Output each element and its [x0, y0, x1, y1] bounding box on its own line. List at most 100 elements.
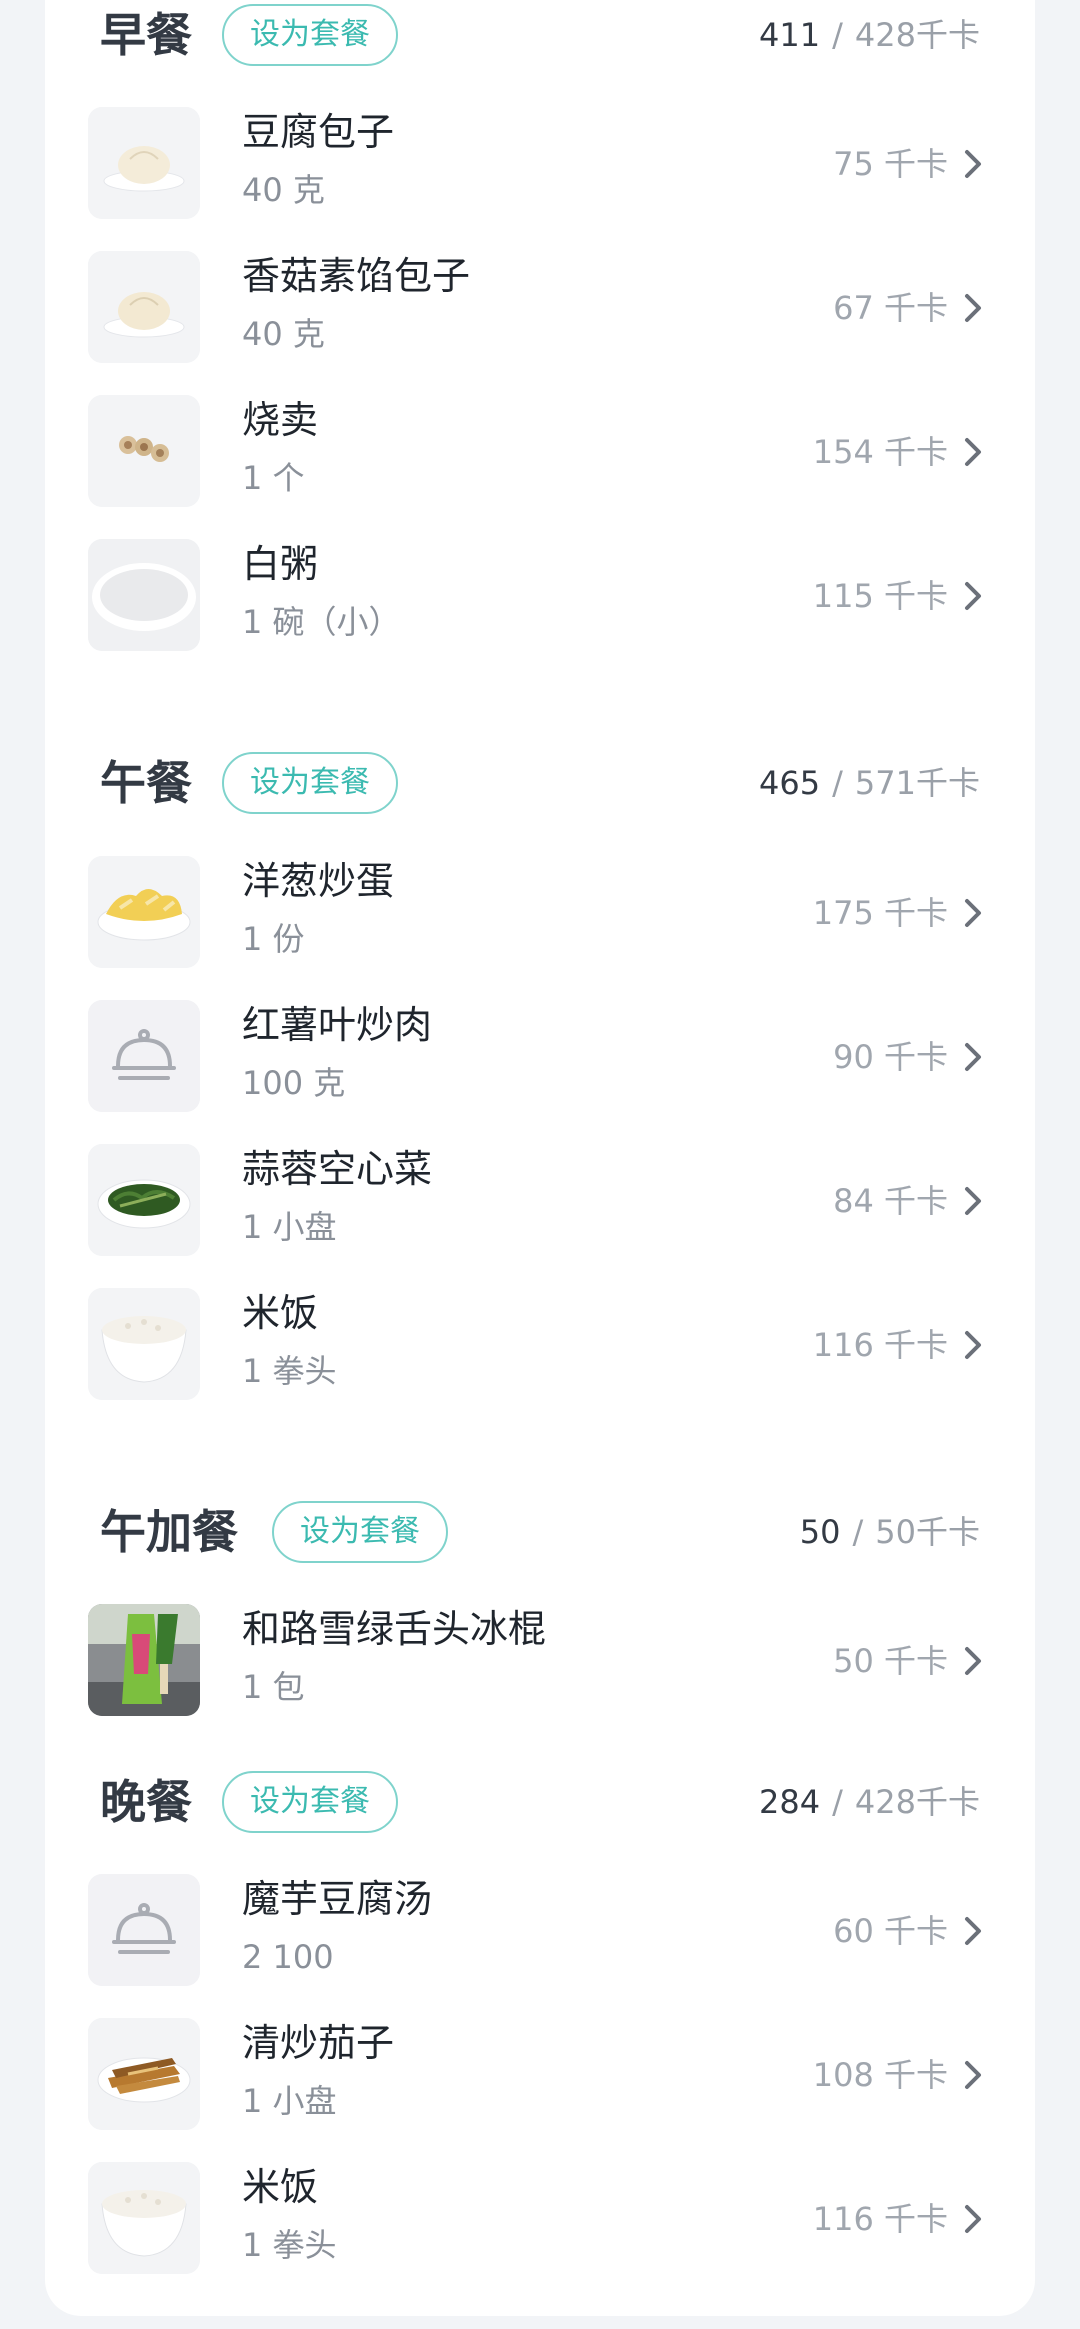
food-row-stir-fried-eggplant[interactable]: 清炒茄子 1 小盘 108 千卡: [88, 2018, 1000, 2132]
chevron-right-icon: [965, 1917, 981, 1945]
food-name: 红薯叶炒肉: [242, 1003, 433, 1047]
food-name: 烧卖: [242, 398, 319, 442]
ice-pop-icon: [88, 1604, 200, 1716]
food-amount: 1 小盘: [242, 2082, 337, 2120]
target-calories: 571千卡: [854, 764, 980, 802]
chevron-right-icon: [965, 438, 981, 466]
food-calories: 50 千卡: [833, 1642, 948, 1680]
porridge-icon: [88, 539, 200, 651]
food-calories: 84 千卡: [833, 1182, 948, 1220]
chevron-right-icon: [965, 1647, 981, 1675]
meal-header-lunch: 午餐 设为套餐 465 / 571千卡: [100, 748, 980, 818]
food-name: 清炒茄子: [242, 2021, 395, 2065]
meal-title: 午加餐: [100, 1505, 238, 1559]
meal-header-afternoon-snack: 午加餐 设为套餐 50 / 50千卡: [100, 1497, 980, 1567]
food-amount: 1 包: [242, 1668, 305, 1706]
food-amount: 1 份: [242, 920, 305, 958]
separator: /: [832, 764, 843, 802]
bun-icon: [88, 107, 200, 219]
food-amount: 40 克: [242, 315, 325, 353]
food-calories: 90 千卡: [833, 1038, 948, 1076]
food-amount: 40 克: [242, 171, 325, 209]
chevron-right-icon: [965, 1043, 981, 1071]
meal-calorie-summary: 465 / 571千卡: [759, 748, 980, 818]
chevron-right-icon: [965, 582, 981, 610]
target-calories: 428千卡: [854, 16, 980, 54]
meal-title: 晚餐: [100, 1775, 192, 1829]
food-calories: 116 千卡: [812, 1326, 948, 1364]
meal-header-dinner: 晚餐 设为套餐 284 / 428千卡: [100, 1767, 980, 1837]
eaten-calories: 411: [759, 16, 821, 54]
bun-icon: [88, 251, 200, 363]
chevron-right-icon: [965, 294, 981, 322]
food-calories: 154 千卡: [812, 433, 948, 471]
food-row-onion-egg[interactable]: 洋葱炒蛋 1 份 175 千卡: [88, 856, 1000, 970]
cloche-icon: [88, 1874, 200, 1986]
eaten-calories: 284: [759, 1783, 821, 1821]
set-as-combo-button[interactable]: 设为套餐: [272, 1501, 448, 1563]
egg-dish-icon: [88, 856, 200, 968]
chevron-right-icon: [965, 2061, 981, 2089]
food-row-tofu-bun[interactable]: 豆腐包子 40 克 75 千卡: [88, 107, 1000, 221]
meal-calorie-summary: 284 / 428千卡: [759, 1767, 980, 1837]
food-row-rice-lunch[interactable]: 米饭 1 拳头 116 千卡: [88, 1288, 1000, 1402]
chevron-right-icon: [965, 899, 981, 927]
food-name: 米饭: [242, 1291, 319, 1335]
food-name: 米饭: [242, 2165, 319, 2209]
food-name: 和路雪绿舌头冰棍: [242, 1607, 547, 1651]
eaten-calories: 50: [799, 1513, 841, 1551]
chevron-right-icon: [965, 1187, 981, 1215]
food-calories: 75 千卡: [833, 145, 948, 183]
food-name: 魔芋豆腐汤: [242, 1877, 433, 1921]
meal-title: 午餐: [100, 756, 192, 810]
food-row-sweet-potato-leaf-pork[interactable]: 红薯叶炒肉 100 克 90 千卡: [88, 1000, 1000, 1114]
food-row-mushroom-bun[interactable]: 香菇素馅包子 40 克 67 千卡: [88, 251, 1000, 365]
set-as-combo-button[interactable]: 设为套餐: [222, 4, 398, 66]
food-calories: 60 千卡: [833, 1912, 948, 1950]
food-row-shumai[interactable]: 烧卖 1 个 154 千卡: [88, 395, 1000, 509]
rice-icon: [88, 2162, 200, 2274]
food-row-porridge[interactable]: 白粥 1 碗（小） 115 千卡: [88, 539, 1000, 653]
separator: /: [852, 1513, 864, 1551]
food-row-green-tongue-popsicle[interactable]: 和路雪绿舌头冰棍 1 包 50 千卡: [88, 1604, 1000, 1718]
meal-calorie-summary: 411 / 428千卡: [759, 0, 980, 70]
greens-icon: [88, 1144, 200, 1256]
meal-header-breakfast: 早餐 设为套餐 411 / 428千卡: [100, 0, 980, 70]
separator: /: [832, 16, 843, 54]
food-name: 香菇素馅包子: [242, 254, 471, 298]
food-name: 洋葱炒蛋: [242, 859, 395, 903]
shumai-icon: [88, 395, 200, 507]
food-row-garlic-water-spinach[interactable]: 蒜蓉空心菜 1 小盘 84 千卡: [88, 1144, 1000, 1258]
chevron-right-icon: [965, 2205, 981, 2233]
target-calories: 50千卡: [875, 1513, 980, 1551]
food-amount: 100 克: [242, 1064, 346, 1102]
food-amount: 1 碗（小）: [242, 603, 401, 641]
eaten-calories: 465: [759, 764, 821, 802]
food-amount: 2 100: [242, 1938, 334, 1976]
meal-title: 早餐: [100, 8, 192, 62]
food-calories: 108 千卡: [812, 2056, 948, 2094]
food-amount: 1 小盘: [242, 1208, 337, 1246]
food-name: 白粥: [242, 542, 319, 586]
chevron-right-icon: [965, 1331, 981, 1359]
set-as-combo-button[interactable]: 设为套餐: [222, 1771, 398, 1833]
food-calories: 116 千卡: [812, 2200, 948, 2238]
food-amount: 1 拳头: [242, 1352, 337, 1390]
food-name: 豆腐包子: [242, 110, 395, 154]
cloche-icon: [88, 1000, 200, 1112]
food-amount: 1 拳头: [242, 2226, 337, 2264]
food-row-konjac-tofu-soup[interactable]: 魔芋豆腐汤 2 100 60 千卡: [88, 1874, 1000, 1988]
chevron-right-icon: [965, 150, 981, 178]
separator: /: [832, 1783, 843, 1821]
food-calories: 175 千卡: [812, 894, 948, 932]
food-calories: 67 千卡: [833, 289, 948, 327]
target-calories: 428千卡: [854, 1783, 980, 1821]
eggplant-icon: [88, 2018, 200, 2130]
food-name: 蒜蓉空心菜: [242, 1147, 433, 1191]
meal-calorie-summary: 50 / 50千卡: [800, 1497, 980, 1567]
set-as-combo-button[interactable]: 设为套餐: [222, 752, 398, 814]
food-amount: 1 个: [242, 459, 305, 497]
food-row-rice-dinner[interactable]: 米饭 1 拳头 116 千卡: [88, 2162, 1000, 2276]
rice-icon: [88, 1288, 200, 1400]
food-calories: 115 千卡: [812, 577, 948, 615]
